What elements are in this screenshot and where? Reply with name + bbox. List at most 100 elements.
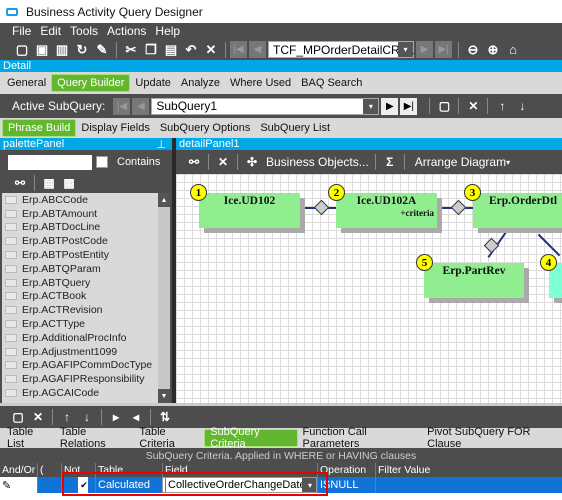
home-icon[interactable]: ⌂ (503, 42, 523, 57)
cell-paren[interactable] (37, 477, 61, 493)
chevron-down-icon[interactable]: ▾ (363, 98, 379, 114)
tab-baq-search[interactable]: BAQ Search (296, 74, 367, 92)
list-item[interactable]: Erp.ABTPostEntity (2, 248, 158, 262)
first-subquery-button[interactable]: |◀ (113, 97, 131, 115)
list-item[interactable]: Erp.AGAFIPResponsibility (2, 372, 158, 386)
list-item[interactable]: Erp.ABTQuery (2, 276, 158, 290)
edit-row-icon[interactable]: ✎ (0, 477, 37, 493)
tab-display-fields[interactable]: Display Fields (76, 119, 154, 137)
new-icon[interactable]: ▢ (8, 410, 28, 424)
list-item[interactable]: Erp.ABTAmount (2, 207, 158, 221)
tab-pivot-subquery[interactable]: Pivot SubQuery FOR Clause (422, 426, 562, 450)
palette-scrollbar[interactable]: ▲ ▼ (158, 193, 170, 403)
list-item[interactable]: Erp.ACTRevision (2, 303, 158, 317)
copy-icon[interactable]: ❐ (141, 42, 161, 58)
main-toolbar: ▢ ▣ ▥ ↻ ✎ ✂ ❐ ▤ ↶ ✕ |◀ ◀ TCF_MPOrderDeta… (0, 39, 562, 60)
tab-table-relations[interactable]: Table Relations (55, 426, 134, 450)
list-item[interactable]: Erp.ABTPostCode (2, 234, 158, 248)
tab-subquery-list[interactable]: SubQuery List (255, 119, 335, 137)
delete-subquery-icon[interactable]: ✕ (463, 99, 483, 113)
refresh-icon[interactable]: ↻ (72, 42, 92, 58)
cancel-icon[interactable]: ✕ (201, 42, 221, 58)
tab-analyze[interactable]: Analyze (176, 74, 225, 92)
menu-tools[interactable]: Tools (70, 24, 98, 38)
query-id-combo[interactable]: TCF_MPOrderDetailCRP1 ▾ (268, 41, 414, 58)
save-icon[interactable]: ▣ (32, 42, 52, 58)
paste-icon[interactable]: ▤ (161, 42, 181, 58)
menu-actions[interactable]: Actions (107, 24, 146, 38)
forward-icon[interactable]: ⊕ (483, 42, 503, 58)
tab-general[interactable]: General (2, 74, 51, 92)
tab-subquery-options[interactable]: SubQuery Options (155, 119, 256, 137)
last-subquery-button[interactable]: ▶| (400, 97, 418, 115)
first-record-button[interactable]: |◀ (230, 41, 247, 58)
table-node[interactable]: Ice.UD102 (199, 193, 300, 228)
delete-icon[interactable]: ✕ (213, 155, 233, 169)
link-icon[interactable]: ⚯ (10, 176, 30, 190)
list-item[interactable]: Erp.AdditionalProcInfo (2, 331, 158, 345)
tab-table-list[interactable]: Table List (2, 426, 55, 450)
list-item[interactable]: Erp.ACTType (2, 317, 158, 331)
menu-help[interactable]: Help (155, 24, 180, 38)
tab-phrase-build[interactable]: Phrase Build (2, 119, 77, 137)
menu-file[interactable]: File (12, 24, 31, 38)
next-record-button[interactable]: ▶ (416, 41, 433, 58)
scroll-up-icon[interactable]: ▲ (158, 193, 170, 207)
sort-icon[interactable]: ⇅ (155, 410, 175, 424)
next-subquery-button[interactable]: ▶ (381, 97, 399, 115)
table-node[interactable]: Erp.PartRev (424, 263, 524, 298)
list-item[interactable]: Erp.ABTQParam (2, 262, 158, 276)
menu-edit[interactable]: Edit (40, 24, 61, 38)
new-icon[interactable]: ▢ (12, 42, 32, 58)
query-diagram-canvas[interactable]: Ice.UD102 1 Ice.UD102A +criteria 2 Erp.Or… (176, 174, 562, 403)
list-item[interactable]: Erp.AGAFIPCommDocType (2, 359, 158, 373)
table-node[interactable]: Erp.OrderDtl (473, 193, 562, 228)
indent-left-icon[interactable]: ◂ (126, 410, 146, 424)
undo-icon[interactable]: ↶ (181, 42, 201, 58)
tab-subquery-criteria[interactable]: SubQuery Criteria (204, 426, 298, 450)
link-icon[interactable]: ⚯ (184, 155, 204, 169)
new-subquery-icon[interactable]: ▢ (434, 99, 454, 113)
table-icon[interactable]: ▦ (39, 176, 59, 190)
subquery-value: SubQuery1 (156, 99, 218, 113)
contains-checkbox[interactable] (96, 156, 108, 168)
prev-subquery-button[interactable]: ◀ (132, 97, 150, 115)
calculator-icon[interactable]: ▩ (59, 176, 79, 190)
indent-right-icon[interactable]: ▸ (106, 410, 126, 424)
list-item[interactable]: Erp.Adjustment1099 (2, 345, 158, 359)
cell-filter-value[interactable] (375, 477, 562, 493)
col-paren[interactable]: ( (37, 463, 61, 477)
cut-icon[interactable]: ✂ (121, 42, 141, 58)
list-item[interactable]: Erp.ACTBook (2, 290, 158, 304)
col-filter-value[interactable]: Filter Value (375, 463, 562, 477)
clear-icon[interactable]: ✎ (92, 42, 112, 58)
tab-update[interactable]: Update (130, 74, 175, 92)
palette-search-input[interactable] (8, 155, 92, 170)
move-down-icon[interactable]: ↓ (77, 410, 97, 424)
tab-table-criteria[interactable]: Table Criteria (134, 426, 204, 450)
business-objects-button[interactable]: Business Objects... (266, 155, 369, 169)
table-node[interactable]: Ice.UD102A +criteria (336, 193, 437, 228)
subquery-combo[interactable]: SubQuery1 ▾ (151, 97, 380, 115)
chevron-down-icon[interactable]: ▾ (398, 42, 413, 57)
sigma-button[interactable]: Σ (380, 155, 400, 169)
move-up-icon[interactable]: ↑ (57, 410, 77, 424)
delete-icon[interactable]: ✕ (28, 410, 48, 424)
col-and-or[interactable]: And/Or (0, 463, 37, 477)
tab-where-used[interactable]: Where Used (225, 74, 296, 92)
list-item[interactable]: Erp.ABTDocLine (2, 221, 158, 235)
prev-record-button[interactable]: ◀ (249, 41, 266, 58)
tab-function-call-parameters[interactable]: Function Call Parameters (298, 426, 423, 450)
scroll-down-icon[interactable]: ▼ (158, 389, 170, 403)
move-down-icon[interactable]: ↓ (512, 99, 532, 113)
arrange-diagram-button[interactable]: Arrange Diagram (415, 155, 506, 169)
list-item[interactable]: Erp.ABCCode (2, 193, 158, 207)
last-record-button[interactable]: ▶| (435, 41, 452, 58)
back-icon[interactable]: ⊖ (463, 42, 483, 58)
delete-icon[interactable]: ▥ (52, 42, 72, 58)
tab-query-builder[interactable]: Query Builder (51, 74, 131, 92)
list-item-label: Erp.ABCCode (22, 193, 88, 206)
move-up-icon[interactable]: ↑ (492, 99, 512, 113)
pin-icon[interactable]: ⊥ (156, 138, 166, 151)
list-item[interactable]: Erp.AGCAICode (2, 386, 158, 400)
